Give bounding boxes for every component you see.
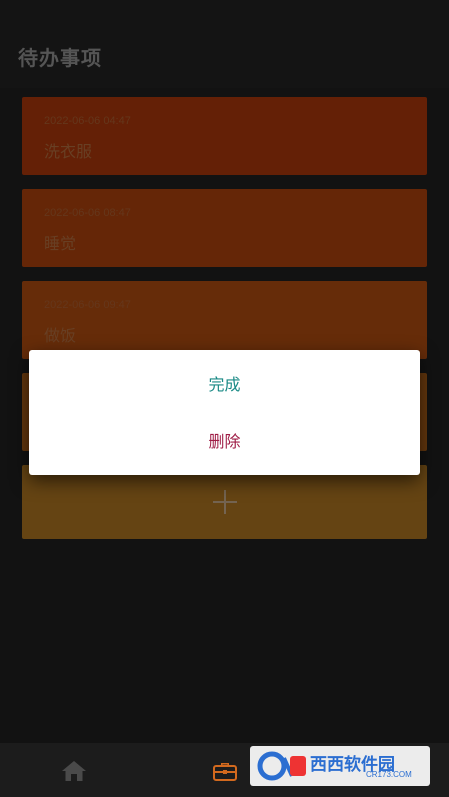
delete-button[interactable]: 删除: [29, 417, 420, 467]
logo-icon: [257, 751, 306, 781]
complete-button[interactable]: 完成: [29, 360, 420, 410]
watermark-site: CR173.COM: [366, 770, 412, 779]
watermark-logo: 西西软件园 CR173.COM: [250, 746, 430, 786]
home-icon[interactable]: [61, 759, 87, 783]
action-dialog: 完成 删除: [29, 350, 420, 475]
briefcase-icon[interactable]: [212, 759, 238, 783]
